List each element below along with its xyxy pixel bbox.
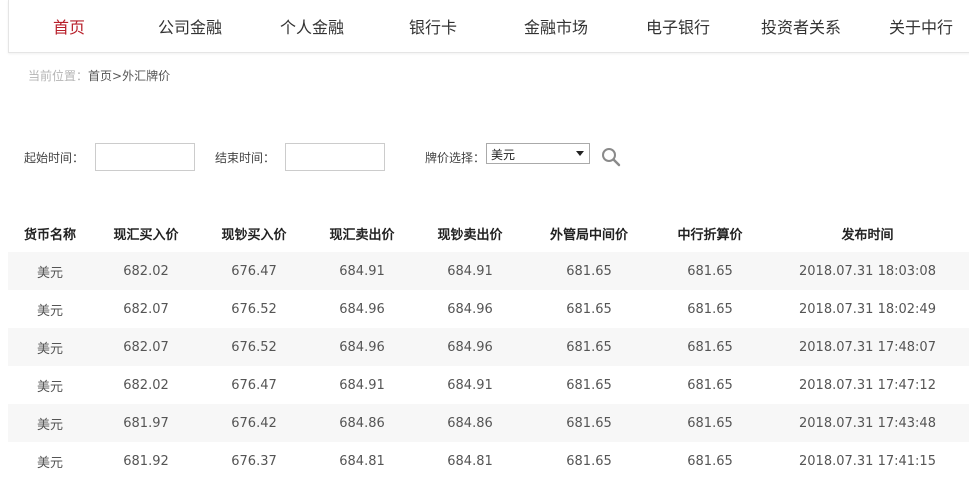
cell-spot-sell: 684.96 [308,290,416,328]
table-row: 美元 681.97 676.42 684.86 684.86 681.65 68… [8,404,969,442]
header-spot-buying-rate: 现汇买入价 [113,227,179,243]
nav-item-personal-finance[interactable]: 个人金融 [280,14,344,38]
end-time-input[interactable] [285,143,385,171]
nav-item-home[interactable]: 首页 [53,14,85,38]
breadcrumb: 当前位置：首页>外汇牌价 [28,67,170,84]
cell-currency: 美元 [8,404,92,442]
cell-currency: 美元 [8,442,92,480]
cell-cash-buy: 676.47 [200,252,308,290]
cell-cash-buy: 676.42 [200,404,308,442]
cell-currency: 美元 [8,252,92,290]
cell-spot-buy: 681.97 [92,404,200,442]
cell-publish-time: 2018.07.31 18:03:08 [766,252,969,290]
cell-boc-conversion: 681.65 [654,366,766,404]
nav-item-e-banking[interactable]: 电子银行 [646,14,710,38]
cell-safe-middle: 681.65 [524,442,654,480]
end-time-label: 结束时间： [215,151,276,165]
cell-currency: 美元 [8,366,92,404]
cell-cash-sell: 684.91 [416,366,524,404]
cell-cash-sell: 684.81 [416,442,524,480]
header-boc-conversion-rate: 中行折算价 [677,227,743,243]
top-nav: 首页 公司金融 个人金融 银行卡 金融市场 电子银行 投资者关系 关于中行 [8,0,969,53]
cell-currency: 美元 [8,328,92,366]
cell-cash-buy: 676.52 [200,328,308,366]
cell-boc-conversion: 681.65 [654,290,766,328]
cell-publish-time: 2018.07.31 17:48:07 [766,328,969,366]
cell-spot-buy: 681.92 [92,442,200,480]
header-cash-selling-rate: 现钞卖出价 [437,227,503,243]
breadcrumb-path[interactable]: 首页>外汇牌价 [88,69,170,83]
cell-spot-sell: 684.96 [308,328,416,366]
nav-item-bank-card[interactable]: 银行卡 [409,14,457,38]
start-time-label: 起始时间： [24,151,85,165]
cell-safe-middle: 681.65 [524,404,654,442]
cell-spot-buy: 682.07 [92,290,200,328]
header-publish-time: 发布时间 [841,227,894,243]
cell-spot-sell: 684.91 [308,366,416,404]
table-row: 美元 682.02 676.47 684.91 684.91 681.65 68… [8,252,969,290]
table-row: 美元 681.92 676.37 684.81 684.81 681.65 68… [8,442,969,480]
header-currency-name: 货币名称 [23,227,76,243]
dropdown-arrow-icon [576,151,584,156]
cell-publish-time: 2018.07.31 17:47:12 [766,366,969,404]
cell-cash-sell: 684.96 [416,328,524,366]
cell-spot-sell: 684.86 [308,404,416,442]
table-row: 美元 682.07 676.52 684.96 684.96 681.65 68… [8,290,969,328]
cell-cash-buy: 676.52 [200,290,308,328]
cell-cash-buy: 676.37 [200,442,308,480]
nav-item-about-boc[interactable]: 关于中行 [889,14,953,38]
start-time-input[interactable] [95,143,195,171]
cell-cash-buy: 676.47 [200,366,308,404]
cell-currency: 美元 [8,290,92,328]
cell-cash-sell: 684.86 [416,404,524,442]
breadcrumb-prefix: 当前位置： [28,69,89,83]
header-spot-selling-rate: 现汇卖出价 [329,227,395,243]
cell-safe-middle: 681.65 [524,366,654,404]
currency-select-label: 牌价选择： [425,151,486,165]
cell-spot-sell: 684.91 [308,252,416,290]
cell-publish-time: 2018.07.31 17:43:48 [766,404,969,442]
cell-boc-conversion: 681.65 [654,328,766,366]
currency-select-value: 美元 [491,148,516,162]
search-icon[interactable] [600,146,622,168]
cell-cash-sell: 684.91 [416,252,524,290]
nav-item-corporate-finance[interactable]: 公司金融 [158,14,222,38]
table-header-row: 货币名称 现汇买入价 现钞买入价 现汇卖出价 现钞卖出价 外管局中间价 中行折算… [8,214,969,252]
cell-boc-conversion: 681.65 [654,404,766,442]
cell-spot-buy: 682.07 [92,328,200,366]
table-row: 美元 682.02 676.47 684.91 684.91 681.65 68… [8,366,969,404]
cell-spot-sell: 684.81 [308,442,416,480]
cell-spot-buy: 682.02 [92,252,200,290]
cell-safe-middle: 681.65 [524,252,654,290]
cell-spot-buy: 682.02 [92,366,200,404]
currency-select[interactable]: 美元 [486,143,590,164]
cell-safe-middle: 681.65 [524,290,654,328]
nav-item-investor-relations[interactable]: 投资者关系 [761,14,841,38]
cell-publish-time: 2018.07.31 18:02:49 [766,290,969,328]
cell-cash-sell: 684.96 [416,290,524,328]
header-cash-buying-rate: 现钞买入价 [221,227,287,243]
exchange-rate-table: 货币名称 现汇买入价 现钞买入价 现汇卖出价 现钞卖出价 外管局中间价 中行折算… [8,214,969,480]
header-safe-middle-rate: 外管局中间价 [549,227,628,243]
table-row: 美元 682.07 676.52 684.96 684.96 681.65 68… [8,328,969,366]
nav-item-financial-markets[interactable]: 金融市场 [524,14,588,38]
cell-safe-middle: 681.65 [524,328,654,366]
cell-boc-conversion: 681.65 [654,252,766,290]
cell-publish-time: 2018.07.31 17:41:15 [766,442,969,480]
cell-boc-conversion: 681.65 [654,442,766,480]
